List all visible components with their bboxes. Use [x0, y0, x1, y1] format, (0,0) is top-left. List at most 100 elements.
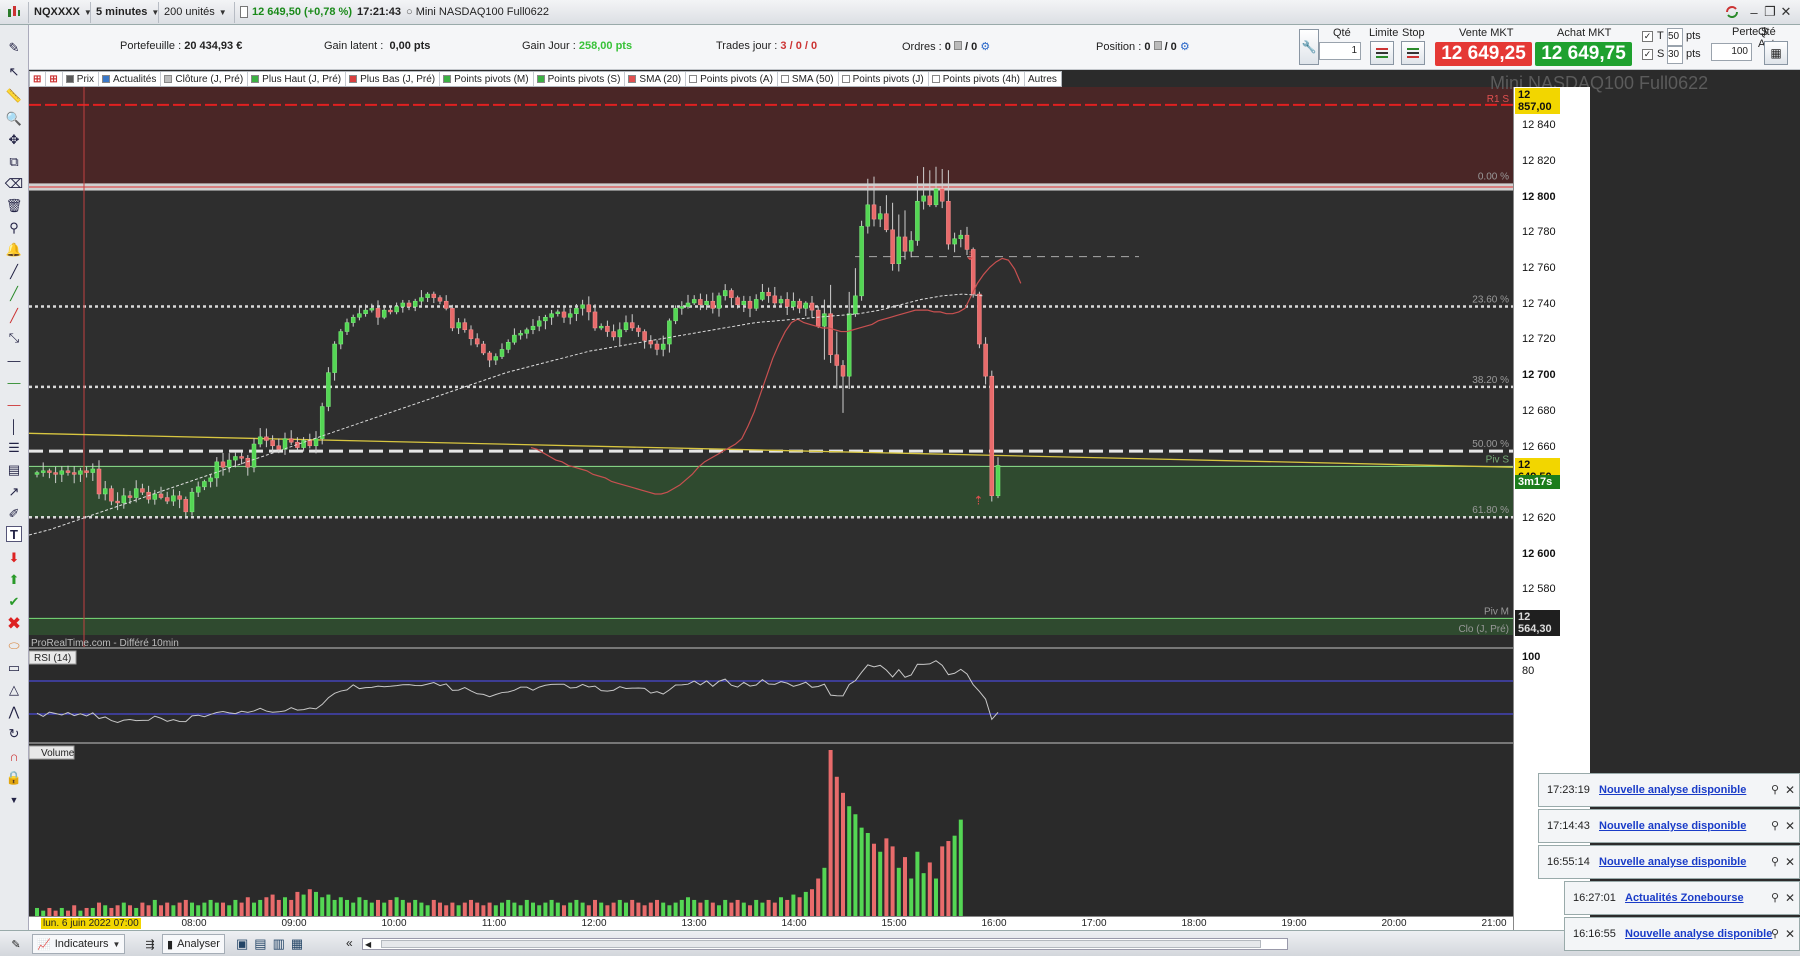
tag-8[interactable]: Points pivots (A): [686, 72, 778, 86]
position-info[interactable]: Position : 0 / 0 ⚙: [1096, 40, 1190, 53]
pin-icon[interactable]: ⚲: [1771, 927, 1779, 940]
arrow-up-icon[interactable]: ⬆: [4, 570, 24, 590]
move-icon[interactable]: ✥: [4, 130, 24, 150]
loss-amount-input[interactable]: 100: [1711, 43, 1752, 61]
notification-link[interactable]: Nouvelle analyse disponible: [1625, 928, 1772, 940]
target-points-input[interactable]: 50: [1667, 28, 1683, 46]
pin-icon[interactable]: ⚲: [1771, 855, 1779, 868]
eraser-icon[interactable]: ⌫: [4, 174, 24, 194]
tag-10[interactable]: Points pivots (J): [839, 72, 929, 86]
pattern-icon[interactable]: ⋀: [4, 702, 24, 722]
fib-icon[interactable]: ☰: [4, 438, 24, 458]
close-icon[interactable]: ✕: [1785, 927, 1795, 941]
line-icon[interactable]: ╱: [4, 262, 24, 282]
bell-icon[interactable]: 🔔: [4, 240, 24, 260]
buy-market-button[interactable]: 12 649,75: [1535, 42, 1632, 66]
indicators-button[interactable]: 📈 Indicateurs ▼: [32, 934, 126, 954]
stop-loss-points-input[interactable]: 30: [1667, 46, 1683, 64]
chart-type-icon[interactable]: [0, 1, 29, 23]
notification-link[interactable]: Nouvelle analyse disponible: [1599, 856, 1746, 868]
add-indicator-button[interactable]: ⊞: [30, 72, 47, 86]
draw-mode-icon[interactable]: ✎: [4, 935, 28, 953]
quantity-input[interactable]: 1: [1319, 42, 1361, 60]
lock-icon[interactable]: 🔒: [4, 768, 24, 788]
tag-9[interactable]: SMA (50): [778, 72, 839, 86]
tag-more[interactable]: Autres: [1025, 72, 1061, 86]
tag-4[interactable]: Plus Bas (J, Pré): [346, 72, 441, 86]
tag-3[interactable]: Plus Haut (J, Pré): [248, 72, 347, 86]
symbol-selector[interactable]: NQXXXX ▼: [29, 1, 92, 23]
refresh-icon[interactable]: [1723, 2, 1741, 22]
cross-icon[interactable]: ✖: [4, 614, 24, 634]
pin-icon[interactable]: ⚲: [1771, 783, 1779, 796]
channel-icon[interactable]: ⤡: [4, 328, 24, 348]
notification-item[interactable]: 16:16:55 Nouvelle analyse disponible ⚲ ✕: [1564, 917, 1800, 951]
tag-7[interactable]: SMA (20): [625, 72, 687, 86]
tag-0[interactable]: Prix: [63, 72, 100, 86]
sell-market-button[interactable]: 12 649,25: [1435, 42, 1532, 66]
hline-red-icon[interactable]: —: [4, 394, 24, 414]
cursor-icon[interactable]: ↖: [4, 62, 24, 82]
timeframe-selector[interactable]: 5 minutes ▼: [91, 1, 159, 23]
target-checkbox[interactable]: ✓: [1642, 31, 1653, 42]
tag-1[interactable]: Actualités: [99, 72, 162, 86]
ray-icon[interactable]: ╱: [4, 306, 24, 326]
ruler-icon[interactable]: 📏: [4, 86, 24, 106]
chart-area[interactable]: R1 S 0.00 % 23.60 % 38.20 % 50.00 % 61.80 % Pi…: [29, 87, 1513, 916]
copy-icon[interactable]: ⧉: [4, 152, 24, 172]
close-icon[interactable]: ✕: [1785, 819, 1795, 833]
trend-icon[interactable]: ╱: [4, 284, 24, 304]
add-panel-button[interactable]: ⊞: [46, 72, 63, 86]
orders-info[interactable]: Ordres : 0 / 0 ⚙: [902, 40, 990, 53]
ellipse-icon[interactable]: ⬭: [4, 636, 24, 656]
magnet-red-icon[interactable]: ∩: [4, 746, 24, 766]
magnet-icon[interactable]: ⚲: [4, 218, 24, 238]
close-icon[interactable]: ✕: [1785, 891, 1795, 905]
order-settings-icon[interactable]: 🔧: [1299, 29, 1319, 65]
limit-order-button[interactable]: [1370, 41, 1394, 65]
notification-item[interactable]: 17:14:43 Nouvelle analyse disponible ⚲ ✕: [1538, 809, 1800, 843]
pencil-icon[interactable]: ✎: [4, 38, 24, 58]
close-icon[interactable]: ✕: [1785, 783, 1795, 797]
rectangle-icon[interactable]: ▭: [4, 658, 24, 678]
hline-green-icon[interactable]: —: [4, 372, 24, 392]
zoom-icon[interactable]: 🔍: [4, 109, 24, 129]
close-icon[interactable]: ✕: [1785, 855, 1795, 869]
cycle-icon[interactable]: ↻: [4, 724, 24, 744]
notification-item[interactable]: 16:27:01 Actualités Zonebourse ⚲ ✕: [1564, 881, 1800, 915]
scroll-left-icon[interactable]: ◀: [365, 940, 371, 949]
notification-link[interactable]: Actualités Zonebourse: [1625, 892, 1744, 904]
analyse-button[interactable]: ▮ Analyser: [162, 934, 225, 954]
more-tools-icon[interactable]: ▼: [4, 790, 24, 810]
trash-icon[interactable]: 🗑: [4, 196, 24, 216]
vline-icon[interactable]: │: [4, 416, 24, 436]
pin-icon[interactable]: ⚲: [1771, 891, 1779, 904]
pin-icon[interactable]: ⚲: [1771, 819, 1779, 832]
notification-link[interactable]: Nouvelle analyse disponible: [1599, 784, 1746, 796]
brush-icon[interactable]: ✐: [4, 504, 24, 524]
arrow-icon[interactable]: ↗: [4, 482, 24, 502]
tag-6[interactable]: Points pivots (S): [534, 72, 626, 86]
rewind-icon[interactable]: «: [346, 936, 353, 950]
units-selector[interactable]: 200 unités ▼: [159, 1, 235, 23]
hline-icon[interactable]: —: [4, 350, 24, 370]
notification-item[interactable]: 16:55:14 Nouvelle analyse disponible ⚲ ✕: [1538, 845, 1800, 879]
tag-11[interactable]: Points pivots (4h): [929, 72, 1025, 86]
text-icon[interactable]: T: [6, 526, 22, 542]
share-icon[interactable]: ⇶: [140, 934, 160, 954]
close-icon[interactable]: ✕: [1777, 2, 1795, 22]
calculator-icon[interactable]: ▦: [1764, 41, 1788, 65]
stop-order-button[interactable]: [1401, 41, 1425, 65]
tag-2[interactable]: Clôture (J, Pré): [161, 72, 249, 86]
time-axis[interactable]: lun. 6 juin 2022 07:00 08:00 09:00 10:00 11:…: [29, 916, 1513, 930]
grid-icon[interactable]: ▤: [4, 460, 24, 480]
check-icon[interactable]: ✔: [4, 592, 24, 612]
tag-5[interactable]: Points pivots (M): [440, 72, 534, 86]
arrow-down-icon[interactable]: ⬇: [4, 548, 24, 568]
layout-icons[interactable]: ▣▤▥▦: [236, 936, 309, 952]
time-scrollbar[interactable]: ◀: [362, 938, 1288, 950]
scroll-thumb[interactable]: [381, 940, 1261, 948]
notification-item[interactable]: 17:23:19 Nouvelle analyse disponible ⚲ ✕: [1538, 773, 1800, 807]
triangle-icon[interactable]: △: [4, 680, 24, 700]
notification-link[interactable]: Nouvelle analyse disponible: [1599, 820, 1746, 832]
